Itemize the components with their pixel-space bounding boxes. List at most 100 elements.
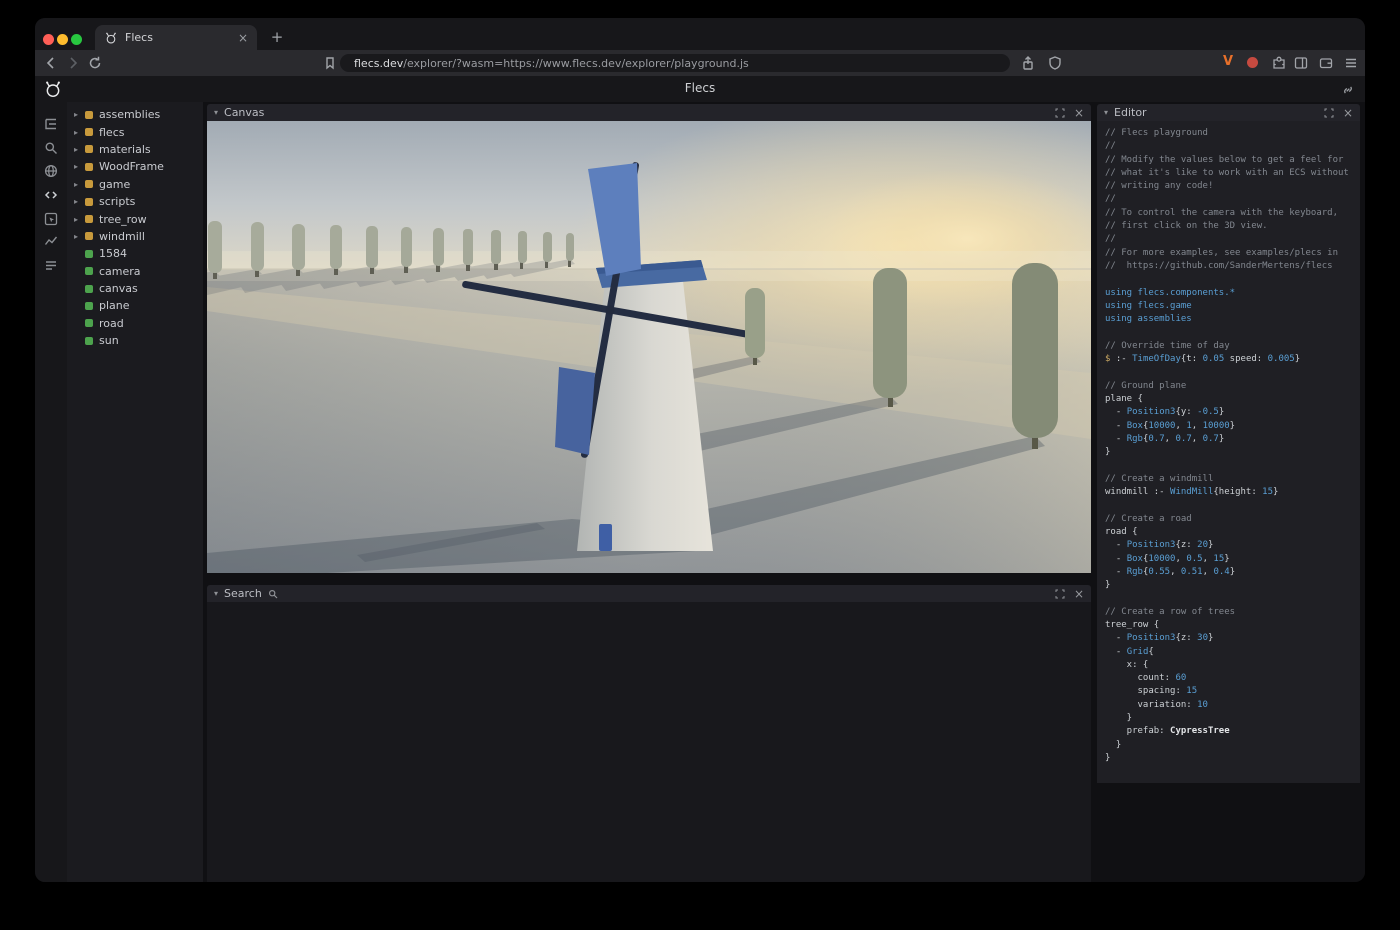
tree-item-materials[interactable]: ▸materials [67,141,203,158]
forward-button[interactable] [65,55,81,71]
code-editor[interactable]: // Flecs playground//// Modify the value… [1097,121,1360,783]
close-panel-icon[interactable]: × [1074,588,1084,600]
expander-icon[interactable]: ▸ [74,197,85,206]
tree-item-label: scripts [99,195,135,208]
entity-icon [85,250,93,258]
code-line: // For more examples, see examples/plecs… [1105,247,1356,260]
share-link-icon[interactable] [1341,82,1355,96]
code-line [1105,459,1356,472]
search-icon[interactable] [43,140,59,156]
tree-item-flecs[interactable]: ▸flecs [67,123,203,140]
tab-close-icon[interactable]: × [238,31,248,45]
close-panel-icon[interactable]: × [1343,107,1353,119]
tree-item-canvas[interactable]: canvas [67,280,203,297]
module-icon [85,180,93,188]
expander-icon[interactable]: ▸ [74,215,85,224]
tree-item-assemblies[interactable]: ▸assemblies [67,106,203,123]
stats-chart-icon[interactable] [43,232,59,248]
tree-item-sun[interactable]: sun [67,332,203,349]
tree-item-WoodFrame[interactable]: ▸WoodFrame [67,158,203,175]
code-line: // https://github.com/SanderMertens/flec… [1105,260,1356,273]
code-line: - Box{10000, 0.5, 15} [1105,553,1356,566]
tree-item-label: sun [99,334,119,347]
editor-code[interactable]: // Flecs playground//// Modify the value… [1097,121,1360,771]
fullscreen-icon[interactable] [1055,108,1065,118]
search-results-area[interactable] [207,602,1091,882]
url-bar[interactable]: flecs.dev/explorer/?wasm=https://www.fle… [340,54,1010,72]
entity-icon [85,337,93,345]
tree-item-label: canvas [99,282,138,295]
tree-item-1584[interactable]: 1584 [67,245,203,262]
extension-v-icon[interactable]: V [1223,54,1233,69]
canvas-panel: ▾ Canvas × [207,104,1091,573]
collapse-chevron-icon[interactable]: ▾ [214,589,218,598]
tree-item-scripts[interactable]: ▸ scripts [67,193,203,210]
module-icon [85,232,93,240]
code-line [1105,273,1356,286]
expander-icon[interactable]: ▸ [74,110,85,119]
minimize-window-button[interactable] [57,34,68,45]
tree-item-road[interactable]: road [67,315,203,332]
collapse-chevron-icon[interactable]: ▾ [1104,108,1108,117]
code-line: // Create a row of trees [1105,606,1356,619]
fullscreen-icon[interactable] [1324,108,1334,118]
entity-icon [85,319,93,327]
extension-red-icon[interactable] [1247,57,1258,68]
shield-icon[interactable] [1047,55,1063,71]
page-title: Flecs [35,81,1365,95]
collapse-chevron-icon[interactable]: ▾ [214,108,218,117]
fullscreen-icon[interactable] [1055,589,1065,599]
sidebar-toggle-icon[interactable] [1293,55,1309,71]
code-line: } [1105,739,1356,752]
code-line: road { [1105,526,1356,539]
close-panel-icon[interactable]: × [1074,107,1084,119]
code-line: plane { [1105,393,1356,406]
info-list-icon[interactable] [43,257,59,273]
editor-panel-title: Editor [1114,106,1147,119]
browser-tab[interactable]: Flecs × [95,25,257,50]
expander-icon[interactable]: ▸ [74,128,85,137]
code-line: prefab: CypressTree [1105,725,1356,738]
entities-tree-icon[interactable] [43,116,59,132]
expander-icon[interactable]: ▸ [74,232,85,241]
code-line: - Position3{z: 30} [1105,632,1356,645]
browser-menu-icon[interactable] [1343,55,1359,71]
tree-item-label: game [99,178,130,191]
flecs-app: Flecs [35,76,1365,882]
3d-canvas[interactable] [207,121,1091,573]
bookmark-icon[interactable] [322,55,338,71]
code-line: // [1105,233,1356,246]
module-icon [85,145,93,153]
expander-icon[interactable]: ▸ [74,180,85,189]
code-line: } [1105,712,1356,725]
tree-item-camera[interactable]: camera [67,263,203,280]
tree-item-plane[interactable]: plane [67,297,203,314]
extensions-puzzle-icon[interactable] [1271,55,1287,71]
tree-item-tree_row[interactable]: ▸tree_row [67,210,203,227]
search-panel-title: Search [224,587,262,600]
back-button[interactable] [43,55,59,71]
icon-sidebar [35,102,67,882]
wallet-icon[interactable] [1318,55,1334,71]
share-icon[interactable] [1020,55,1036,71]
code-line: // Create a windmill [1105,473,1356,486]
tree-item-windmill[interactable]: ▸windmill [67,228,203,245]
new-tab-button[interactable]: + [267,27,287,47]
code-line: // writing any code! [1105,180,1356,193]
expander-icon[interactable]: ▸ [74,145,85,154]
tree-item-game[interactable]: ▸ game [67,176,203,193]
code-line: using flecs.game [1105,300,1356,313]
code-line: tree_row { [1105,619,1356,632]
tab-strip: Flecs × + [35,18,1365,50]
reload-button[interactable] [87,55,103,71]
zoom-window-button[interactable] [71,34,82,45]
tab-title: Flecs [125,31,153,44]
inspect-icon[interactable] [43,211,59,227]
world-icon[interactable] [43,163,59,179]
expander-icon[interactable]: ▸ [74,162,85,171]
search-panel: ▾ Search × [207,585,1091,882]
code-line [1105,366,1356,379]
close-window-button[interactable] [43,34,54,45]
code-editor-icon[interactable] [43,187,59,203]
code-line: } [1105,752,1356,765]
